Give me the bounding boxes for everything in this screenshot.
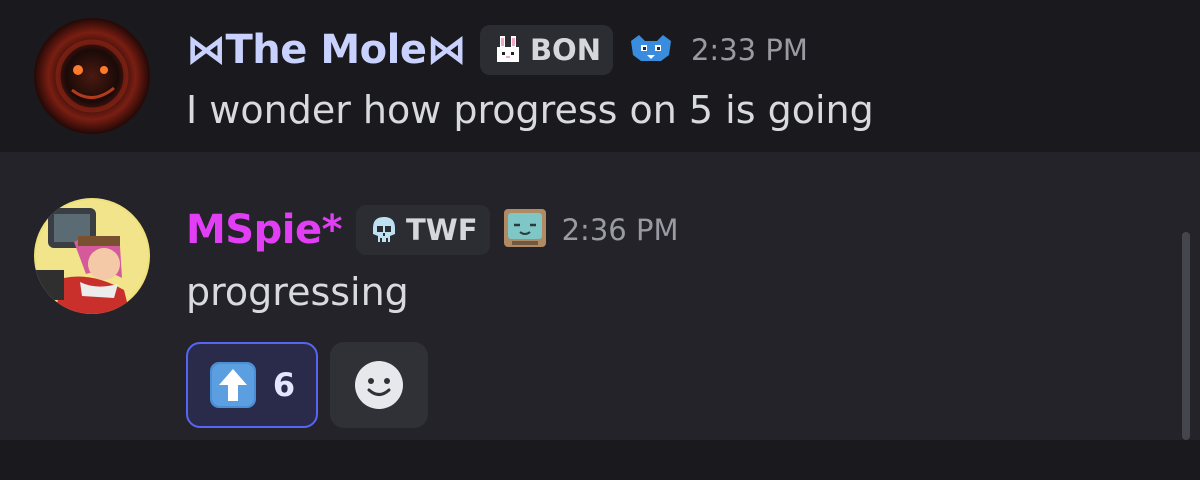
- add-reaction-button[interactable]: [330, 342, 428, 428]
- chat-messages: ⋈The Mole⋈ BON 2:33 PM I wonder how prog…: [0, 0, 1200, 480]
- scrollbar[interactable]: [1182, 232, 1190, 440]
- server-tag[interactable]: TWF: [356, 205, 490, 255]
- reaction-up-arrow[interactable]: 6: [186, 342, 318, 428]
- message-item[interactable]: MSpie* TWF 2:36 PM progressing 6: [0, 152, 1200, 440]
- tv-face-icon[interactable]: [502, 205, 548, 255]
- reaction-count: 6: [272, 366, 296, 404]
- username[interactable]: MSpie*: [186, 207, 343, 253]
- skull-icon: [368, 214, 400, 246]
- server-tag-label: BON: [529, 33, 601, 67]
- blue-creature-icon[interactable]: [625, 31, 677, 69]
- up-arrow-icon: [209, 361, 257, 409]
- message-item[interactable]: ⋈The Mole⋈ BON 2:33 PM I wonder how prog…: [0, 0, 1200, 152]
- avatar[interactable]: [34, 18, 150, 134]
- username[interactable]: ⋈The Mole⋈: [186, 27, 466, 73]
- message-header: MSpie* TWF 2:36 PM: [186, 202, 678, 258]
- reactions-bar: 6: [186, 342, 428, 428]
- message-content: progressing: [186, 270, 409, 314]
- timestamp[interactable]: 2:36 PM: [562, 213, 679, 247]
- bunny-icon: [492, 34, 524, 66]
- smiley-icon: [352, 358, 406, 412]
- server-tag[interactable]: BON: [479, 25, 613, 75]
- server-tag-label: TWF: [406, 213, 478, 247]
- timestamp[interactable]: 2:33 PM: [691, 33, 808, 67]
- chat-bottom-area: [0, 440, 1200, 480]
- avatar[interactable]: [34, 198, 150, 314]
- message-header: ⋈The Mole⋈ BON 2:33 PM: [186, 22, 808, 78]
- message-content: I wonder how progress on 5 is going: [186, 88, 874, 132]
